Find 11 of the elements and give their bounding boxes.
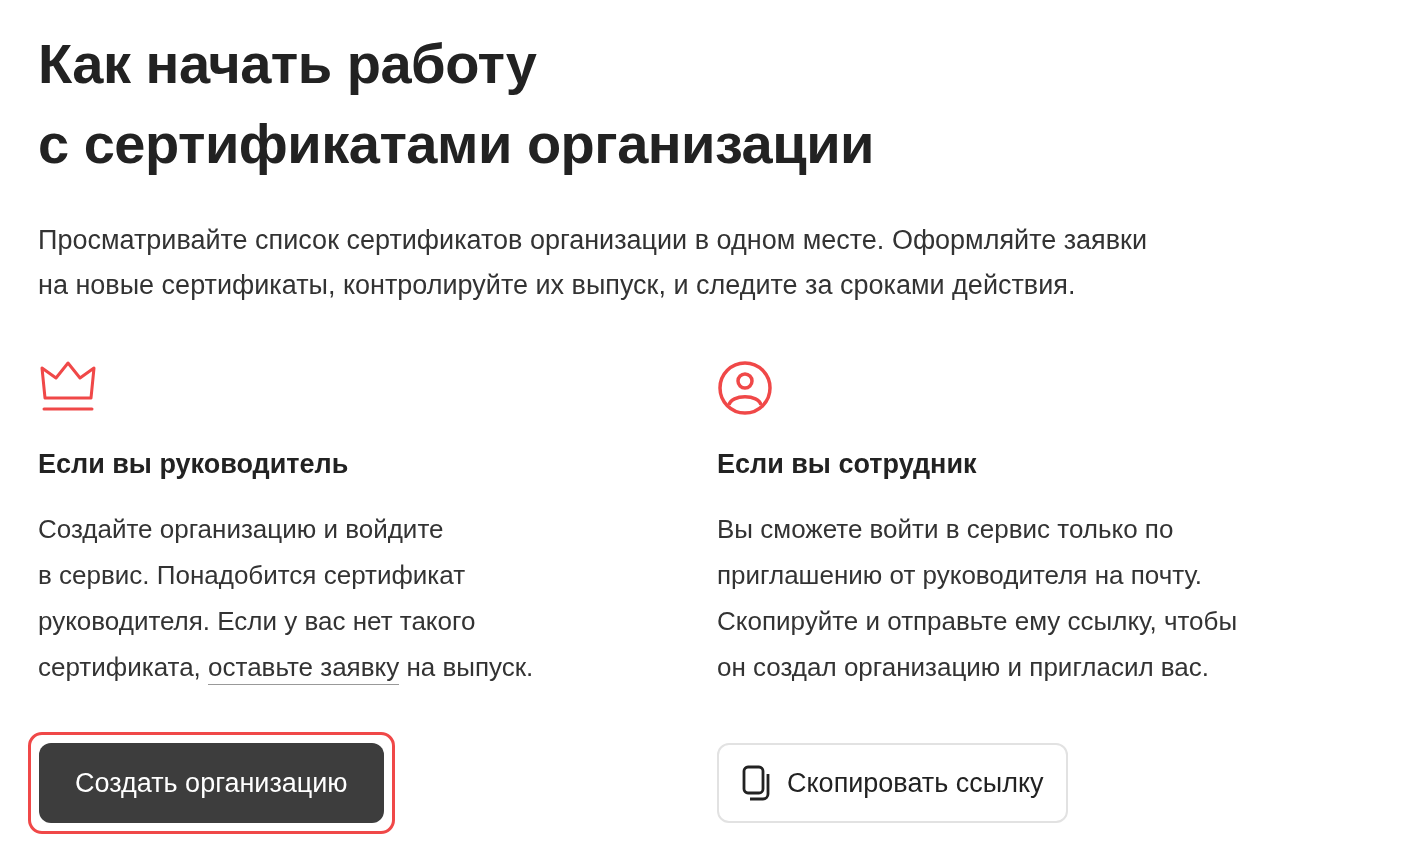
description-text: Создайте организацию и войдите в сервис. Понадобится сертификат руководителя. Если у вас нет такого сертификата, оставьте заявку на выпуск.: [38, 506, 717, 690]
intro-text: Просматривайте список сертификатов организации в одном месте. Оформляйте заявки на новые сертификаты, контролируйте их выпуск, и следите за сроками действия.: [38, 224, 1148, 302]
crown-icon: [38, 360, 98, 412]
request-link[interactable]: оставьте заявку: [208, 652, 400, 685]
page-title: Как начать работу с сертификатами организации: [38, 31, 876, 177]
section-heading: Если вы сотрудник: [717, 448, 978, 481]
user-icon: [717, 360, 773, 416]
description-text: Вы сможете войти в сервис только по приглашению от руководителя на почту. Скопируйте и отправьте ему ссылку, чтобы он создал организацию и пригласил вас.: [717, 513, 1239, 684]
section-heading: Если вы руководитель: [38, 448, 350, 481]
create-organization-button[interactable]: Создать организацию: [39, 743, 384, 823]
copy-link-button[interactable]: Скопировать ссылку: [717, 743, 1068, 823]
